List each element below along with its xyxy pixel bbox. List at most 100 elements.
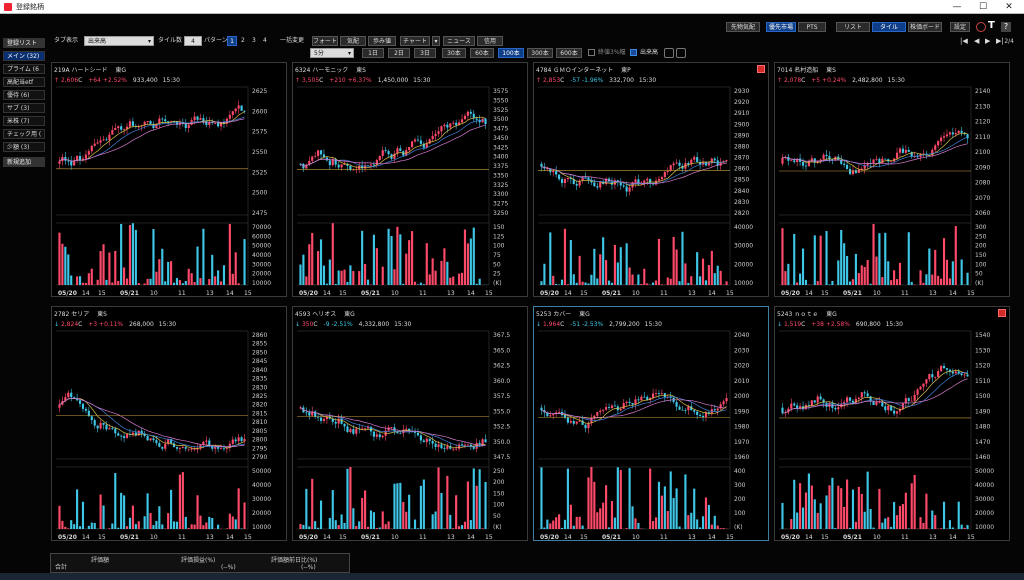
volume-bar: [901, 504, 904, 529]
futures-quote-button[interactable]: 先物気配: [726, 22, 760, 32]
sidebar-item-prime[interactable]: プライム (6: [3, 64, 45, 74]
sidebar-item-us-stocks[interactable]: 米株 (7): [3, 116, 45, 126]
x-tick-label: 05/20: [58, 290, 77, 297]
pattern-4-button[interactable]: 4: [263, 36, 267, 46]
range-checkbox[interactable]: [588, 49, 595, 56]
chart-tile[interactable]: 6324 ハーモニック 東S ↑ 3,505C +210 +6.37% 1,450…: [292, 62, 528, 297]
sidebar-item-small[interactable]: 少額 (3): [3, 142, 45, 152]
x-tick-label: 05/20: [299, 534, 318, 541]
period-300-button[interactable]: 300本: [527, 48, 553, 58]
y-tick-label: 1960: [734, 454, 749, 461]
volume-bar: [375, 527, 378, 529]
volume-bar: [643, 268, 646, 285]
news-button[interactable]: ニュース: [443, 36, 475, 46]
candle-body: [381, 435, 384, 438]
volume-bar: [790, 519, 793, 529]
candle-body: [575, 184, 578, 186]
candle-body: [910, 400, 913, 402]
sidebar-item-main[interactable]: メイン (32): [3, 51, 45, 61]
volume-bar: [167, 513, 170, 529]
volume-bar: [364, 263, 367, 285]
volume-tick-label: 20000: [975, 510, 994, 517]
prev-page-icon[interactable]: ◀: [974, 36, 979, 46]
volume-bar: [540, 467, 543, 529]
chart-menu-icon[interactable]: ▾: [432, 36, 440, 46]
sidebar-item-sub[interactable]: サブ (3): [3, 103, 45, 113]
chart-button[interactable]: チャート: [400, 36, 430, 46]
pl-header: 評価損益(%): [181, 557, 216, 564]
period-30-button[interactable]: 30本: [442, 48, 466, 58]
volume-bar: [610, 282, 614, 285]
x-tick-label: 11: [419, 534, 427, 541]
candle-body: [837, 407, 840, 410]
chart-tile[interactable]: 2782 セリア 東S ↓ 2,824C +3 +0.11% 268,000 15…: [51, 306, 287, 541]
period-2d-button[interactable]: 2日: [388, 48, 410, 58]
text-icon[interactable]: T: [988, 20, 995, 31]
pts-button[interactable]: PTS: [798, 22, 826, 32]
period-600-button[interactable]: 600本: [556, 48, 582, 58]
last-page-icon[interactable]: ▶|: [996, 36, 1004, 46]
x-tick-label: 05/21: [361, 290, 380, 297]
volume-bar: [175, 521, 179, 529]
add-list-button[interactable]: 新規追加: [3, 157, 45, 167]
period-60-button[interactable]: 60本: [470, 48, 494, 58]
candlestick-chart: 2860285528502845284028352830282528202815…: [56, 330, 271, 541]
chart-tile[interactable]: 4593 ヘリオス 東G ↓ 350C -9 -2.51% 4,332,800 1…: [292, 306, 528, 541]
volume-bar: [170, 261, 173, 285]
minimize-button[interactable]: —: [944, 1, 970, 13]
close-button[interactable]: ✕: [996, 1, 1022, 13]
volume-bar: [966, 525, 969, 529]
pattern-3-button[interactable]: 3: [252, 36, 256, 46]
sidebar-item-high-dividend[interactable]: 高配当etf: [3, 77, 45, 87]
candlestick-chart: 2930 2920 2910 2900 2890 2880 2870 2860 2850 2840…: [538, 86, 753, 297]
chart-tile[interactable]: 4784 ＧＭＯインターネット 東P ↑ 2,853C -57 -1.96% 33…: [533, 62, 769, 297]
tile-count-select[interactable]: 4: [184, 36, 202, 46]
tick-button[interactable]: 歩み値: [368, 36, 396, 46]
period-1d-button[interactable]: 1日: [362, 48, 384, 58]
maximize-button[interactable]: ☐: [970, 1, 996, 13]
period-100-button[interactable]: 100本: [498, 48, 524, 58]
help-icon[interactable]: ?: [1001, 22, 1011, 32]
chart-tile[interactable]: 219A ハートシード 東G ↑ 2,606C +64 +2.52% 933,40…: [51, 62, 287, 297]
volume-bar: [419, 485, 422, 529]
chart-tile[interactable]: 5253 カバー 東G ↓ 1,964C -51 -2.53% 2,799,200…: [533, 306, 769, 541]
next-page-icon[interactable]: ▶: [985, 36, 990, 46]
tab-display-select[interactable]: 出来高 ▾: [84, 36, 154, 46]
volume-bar: [843, 243, 846, 285]
tile-view-button[interactable]: タイル: [872, 22, 906, 32]
candle-body: [240, 437, 243, 442]
refresh-icon[interactable]: [676, 48, 686, 58]
bulk-change-label: 一括変更: [280, 37, 305, 44]
chart-tile[interactable]: 5243 ｎｏｔｅ 東G ↓ 1,519C +38 +2.58% 690,800 …: [774, 306, 1010, 541]
settings-button[interactable]: 設定: [950, 22, 970, 32]
sidebar-item-benefits[interactable]: 優待 (6): [3, 90, 45, 100]
chart-tile[interactable]: 7014 名村造船 東S ↑ 2,078C +5 +0.24% 2,482,800…: [774, 62, 1010, 297]
candle-body: [372, 431, 375, 437]
volume-bar: [381, 266, 384, 285]
quote-button[interactable]: 気配: [340, 36, 366, 46]
timeframe-select[interactable]: 5分 ▾: [310, 48, 354, 58]
stock-board-button[interactable]: 株価ボード: [908, 22, 942, 32]
pattern-2-button[interactable]: 2: [241, 36, 245, 46]
priority-market-button[interactable]: 優先市場: [766, 22, 796, 32]
forte-button[interactable]: フォート: [312, 36, 338, 46]
margin-button[interactable]: 信用: [477, 36, 503, 46]
list-view-button[interactable]: リスト: [836, 22, 870, 32]
volume-tick-label: (K): [975, 280, 984, 287]
candle-body: [619, 408, 622, 411]
volume-checkbox[interactable]: [630, 49, 637, 56]
clip-icon[interactable]: [976, 22, 986, 32]
y-tick-label: 2890: [734, 132, 749, 139]
candle-body: [843, 163, 846, 165]
candle-body: [372, 164, 375, 166]
candle-body: [58, 161, 61, 164]
first-page-icon[interactable]: |◀: [960, 36, 968, 46]
period-3d-button[interactable]: 3日: [414, 48, 436, 58]
zoom-icon[interactable]: [664, 48, 674, 58]
pattern-1-button[interactable]: 1: [227, 36, 237, 46]
candle-body: [872, 159, 875, 164]
candle-body: [607, 407, 611, 409]
volume-bar: [123, 267, 126, 285]
sidebar-item-check[interactable]: チェック用 (: [3, 129, 45, 139]
x-tick-label: 15: [580, 290, 588, 297]
